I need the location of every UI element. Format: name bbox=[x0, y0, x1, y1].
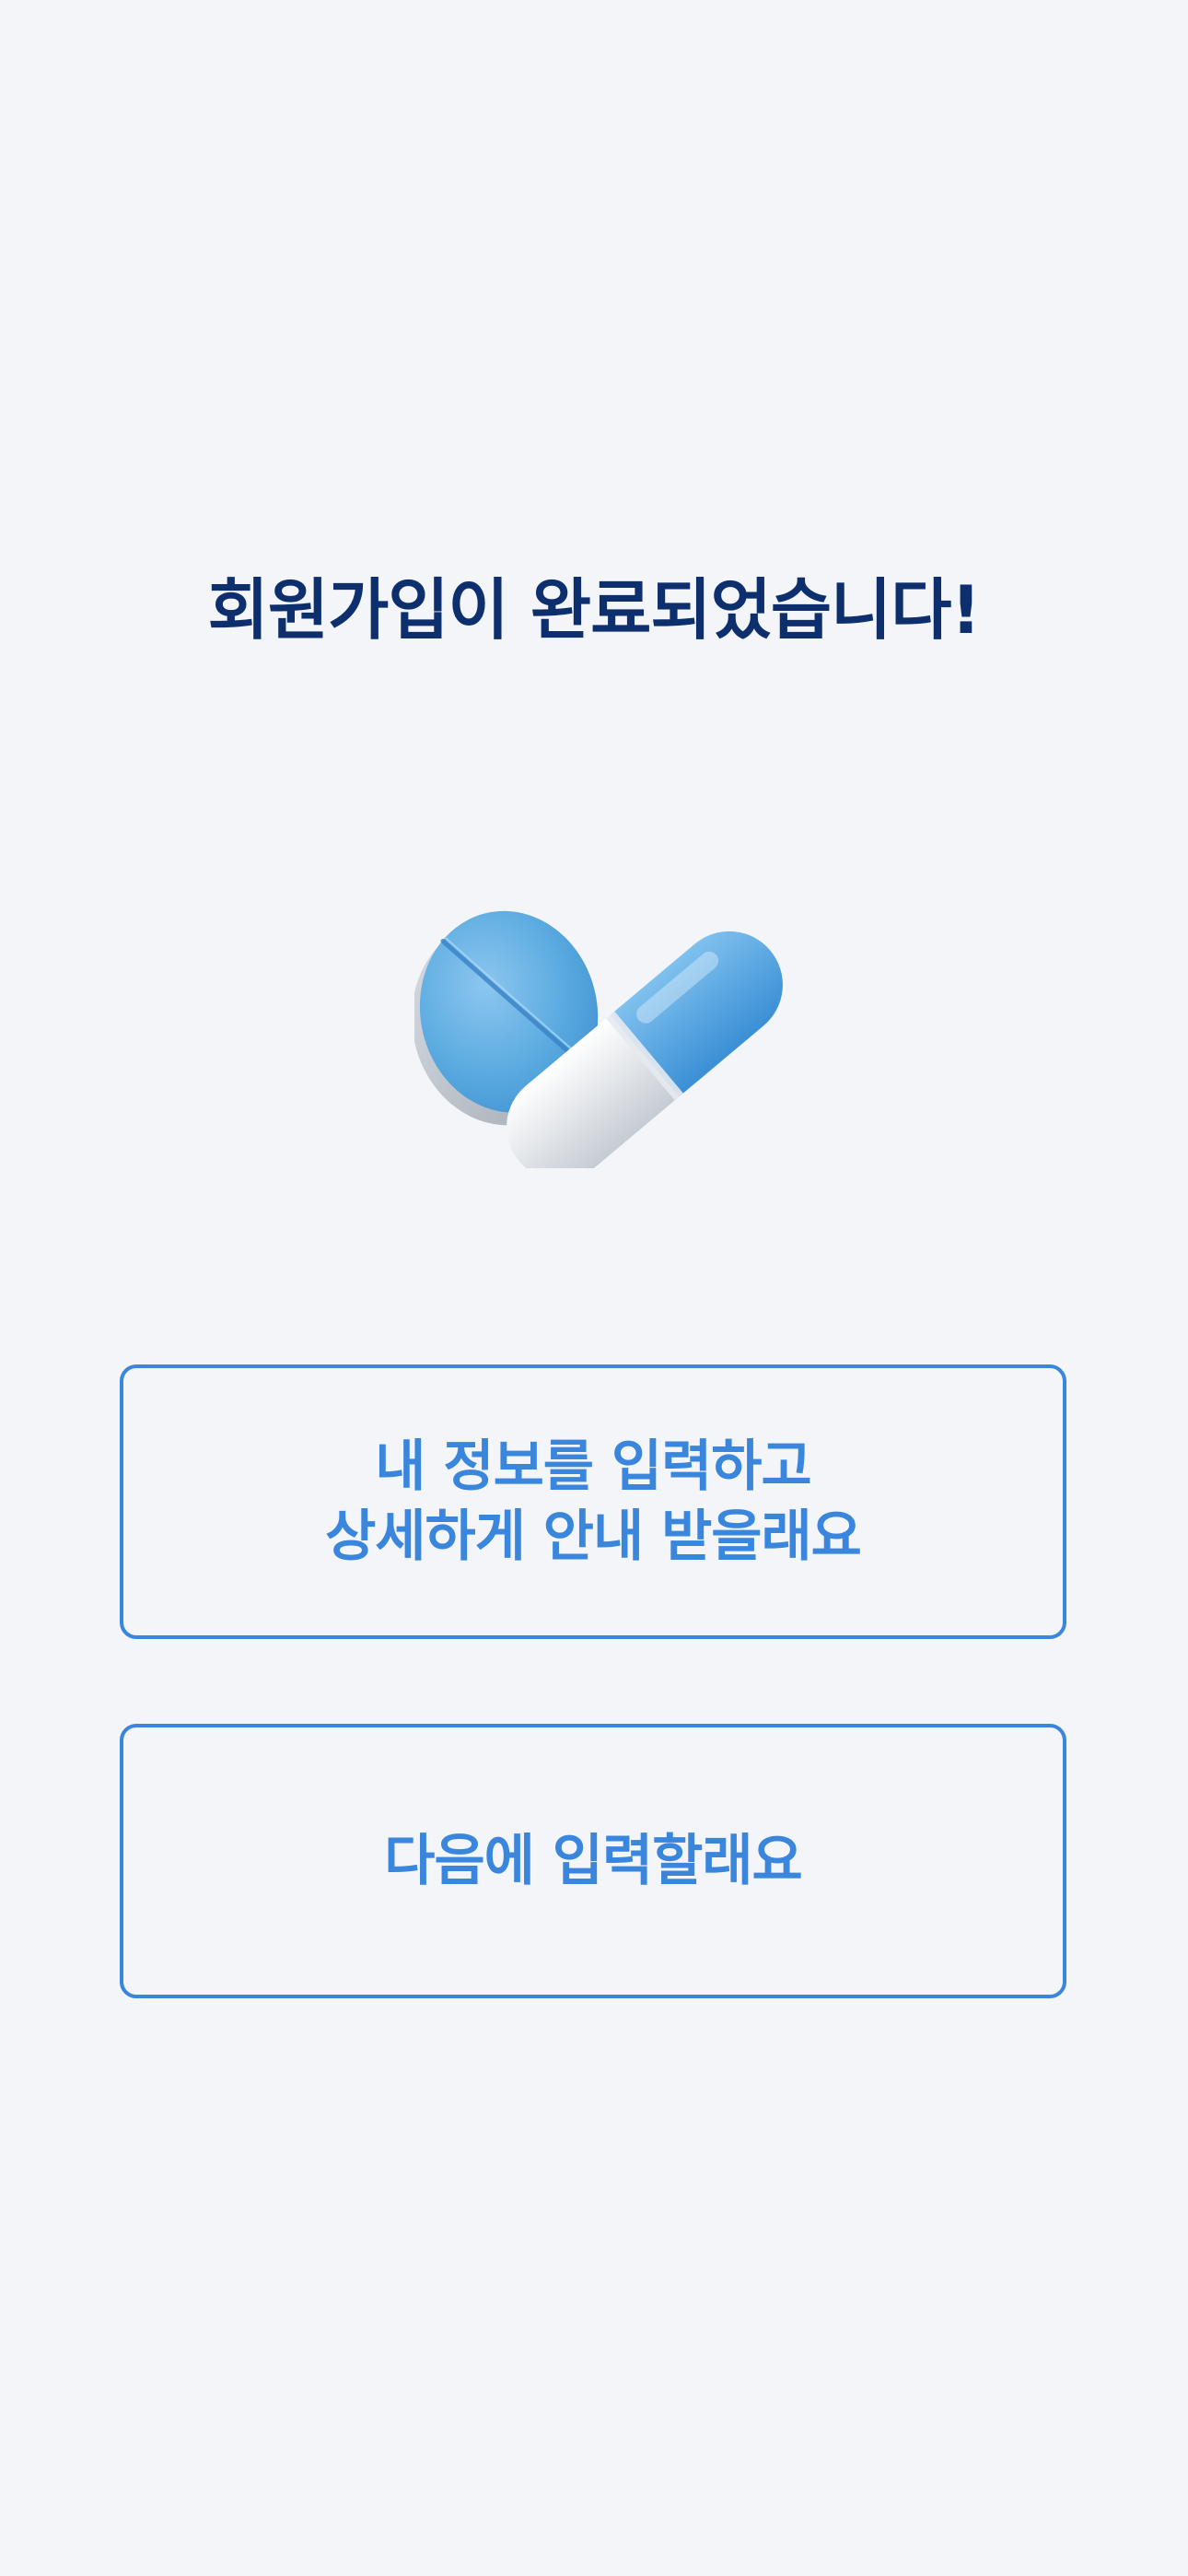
enter-later-button-label: 다음에 입력할래요 bbox=[384, 1829, 802, 1893]
enter-info-button[interactable]: 내 정보를 입력하고 상세하게 안내 받을래요 bbox=[120, 1364, 1066, 1639]
enter-later-button[interactable]: 다음에 입력할래요 bbox=[120, 1724, 1066, 1998]
pill-capsule-icon bbox=[414, 910, 783, 1168]
enter-info-button-line2: 상세하게 안내 받을래요 bbox=[325, 1505, 862, 1569]
enter-info-button-line1: 내 정보를 입력하고 bbox=[375, 1434, 811, 1499]
page-title: 회원가입이 완료되었습니다! bbox=[207, 571, 982, 649]
